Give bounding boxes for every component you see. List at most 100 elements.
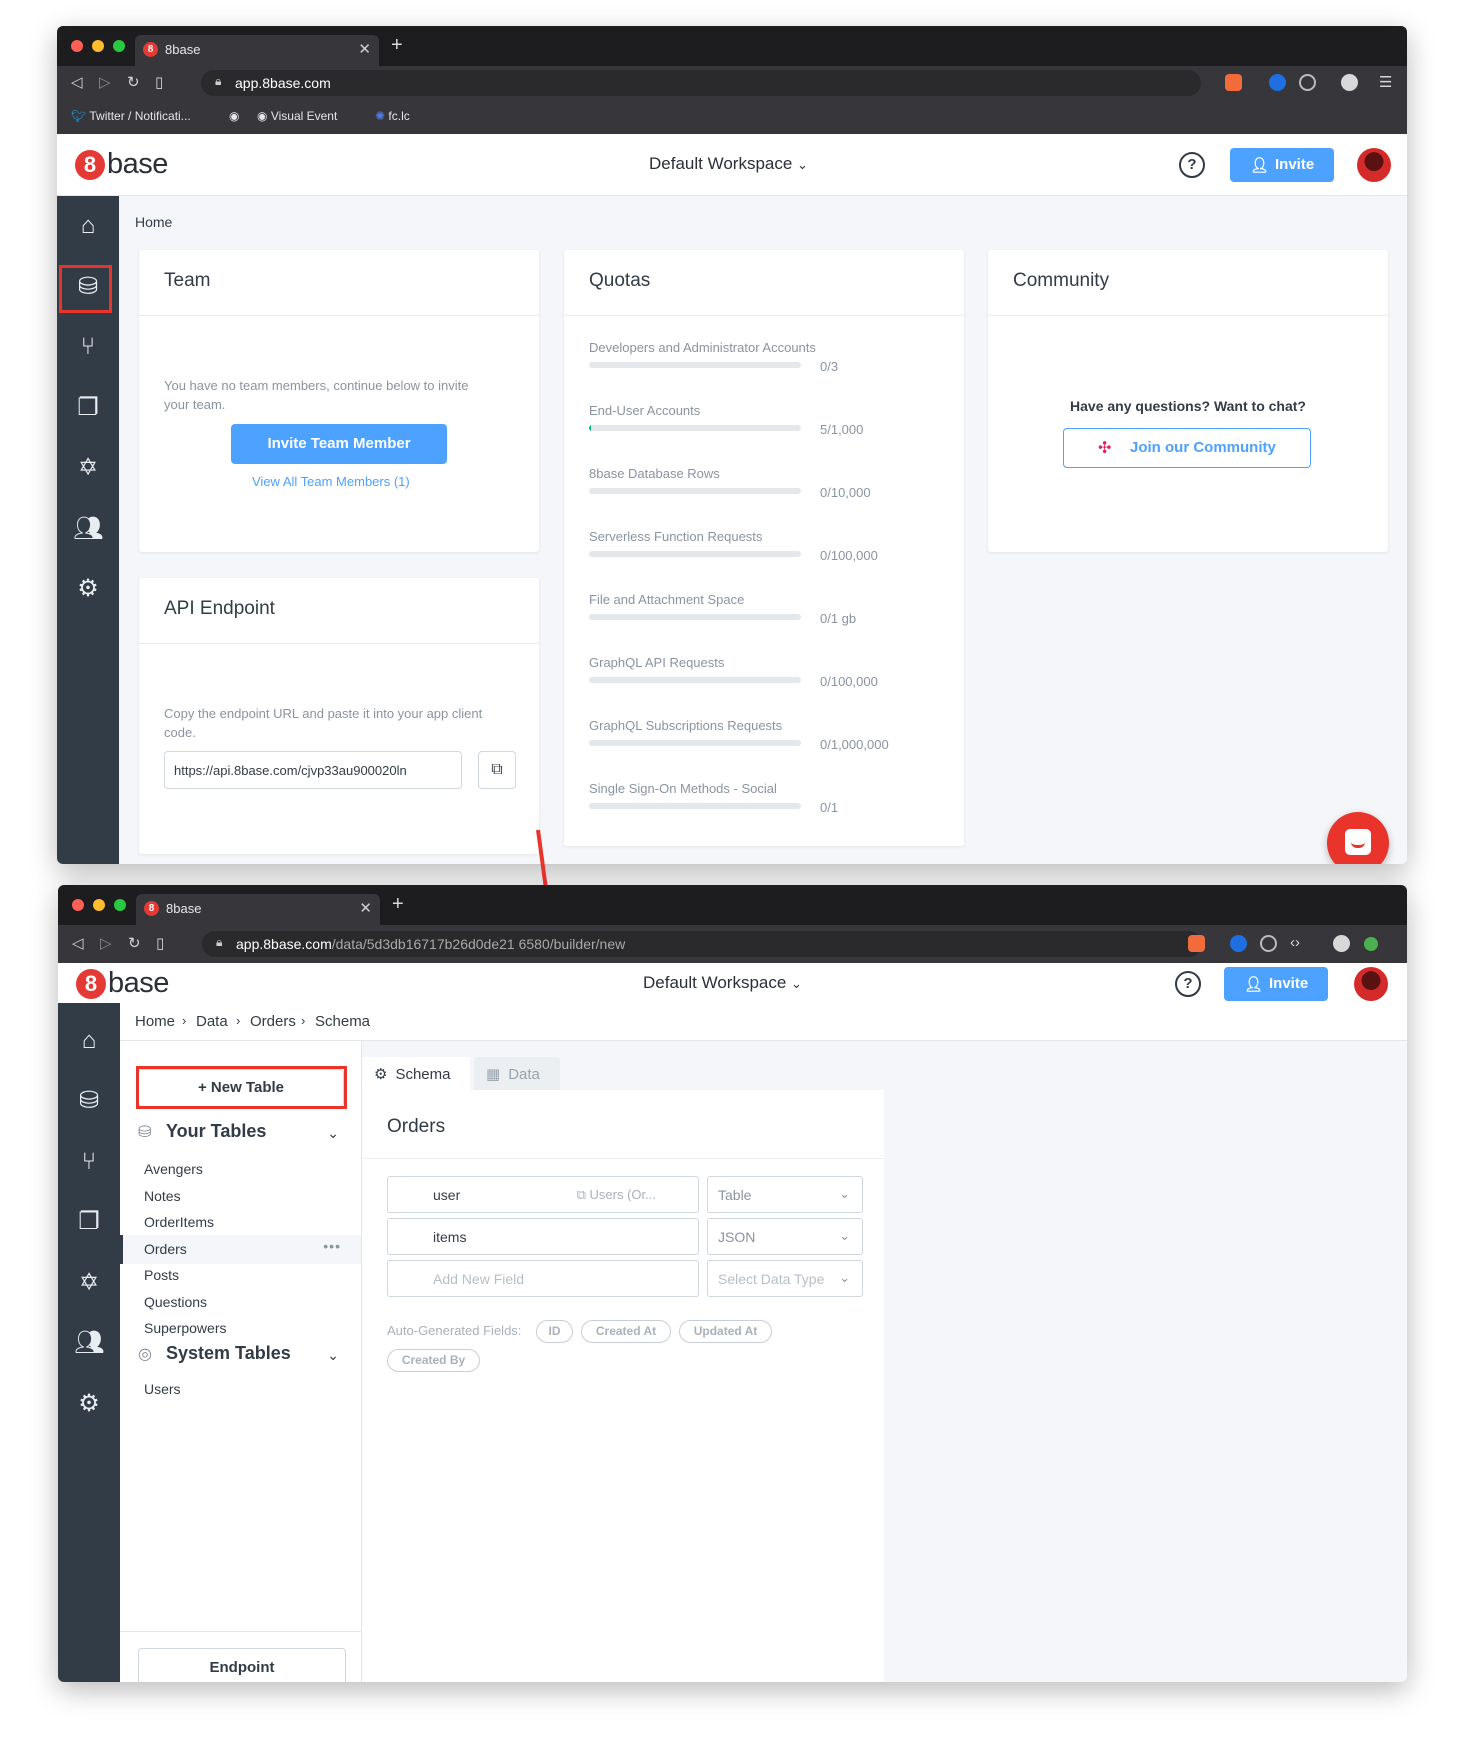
reload-icon[interactable]: ↻: [128, 934, 141, 952]
update-icon[interactable]: [1364, 937, 1378, 951]
menu-icon[interactable]: ☰: [1379, 73, 1392, 91]
address-bar[interactable]: 🔒︎ app.8base.com: [201, 70, 1201, 96]
database-icon[interactable]: ⛁: [74, 1086, 104, 1116]
graphql-icon[interactable]: ✡: [74, 1268, 104, 1298]
tab-schema[interactable]: ⚙ Schema: [362, 1057, 470, 1090]
bookmark-icon[interactable]: ▯: [156, 934, 164, 952]
breadcrumb-home[interactable]: Home: [135, 1013, 175, 1030]
schema-card: Orders user ⧉ Users (Or... Table ⌄ items…: [362, 1090, 884, 1682]
home-icon[interactable]: ⌂: [74, 1026, 104, 1056]
select-data-type[interactable]: Select Data Type ⌄: [707, 1260, 863, 1297]
settings-icon[interactable]: ⚙: [74, 1389, 104, 1419]
logo[interactable]: 8 base: [75, 148, 168, 181]
more-icon[interactable]: •••: [323, 1238, 341, 1254]
bookmark-fclc[interactable]: ✺ fc.lc: [375, 109, 410, 123]
breadcrumb[interactable]: Home: [135, 214, 172, 230]
field-type-select[interactable]: Table ⌄: [707, 1176, 863, 1213]
browser-tab[interactable]: 8 8base ✕: [136, 894, 380, 925]
breadcrumb-data[interactable]: Data: [196, 1013, 228, 1030]
avatar[interactable]: [1354, 967, 1388, 1001]
table-item-users[interactable]: Users: [120, 1375, 361, 1404]
profile-icon[interactable]: [1333, 935, 1350, 952]
table-item-posts[interactable]: Posts: [120, 1261, 361, 1290]
logo[interactable]: 8 base: [76, 967, 169, 1000]
extension-icon[interactable]: [1260, 935, 1277, 952]
back-icon[interactable]: ◁: [71, 73, 83, 91]
table-item-avengers[interactable]: Avengers: [120, 1155, 361, 1184]
join-community-button[interactable]: ✣ Join our Community: [1063, 428, 1311, 468]
maximize-window-button[interactable]: [113, 40, 125, 52]
team-icon[interactable]: 👥︎: [73, 514, 103, 544]
breadcrumb-orders[interactable]: Orders: [250, 1013, 296, 1030]
browser-tab[interactable]: 8 8base ✕: [135, 35, 379, 66]
invite-button[interactable]: 👤︎ Invite: [1230, 148, 1334, 182]
table-item-superpowers[interactable]: Superpowers: [120, 1314, 361, 1343]
field-name-input[interactable]: user ⧉ Users (Or...: [387, 1176, 699, 1213]
address-bar[interactable]: 🔒︎ app.8base.com/data/5d3db16717b26d0de2…: [202, 931, 1202, 957]
field-name-input[interactable]: items: [387, 1218, 699, 1255]
field-type-select[interactable]: JSON ⌄: [707, 1218, 863, 1255]
reload-icon[interactable]: ↻: [127, 73, 140, 91]
url-text: app.8base.com/data/5d3db16717b26d0de21 6…: [236, 936, 626, 952]
forward-icon[interactable]: ▷: [100, 934, 112, 952]
help-icon[interactable]: ?: [1179, 152, 1205, 178]
help-icon[interactable]: ?: [1175, 971, 1201, 997]
copy-icon[interactable]: ⧉: [478, 751, 516, 789]
maximize-window-button[interactable]: [114, 899, 126, 911]
your-tables-header[interactable]: ⛁ Your Tables: [138, 1121, 266, 1142]
brave-shield-icon[interactable]: [1188, 935, 1205, 952]
logic-icon[interactable]: ⑂: [74, 1147, 104, 1177]
bookmark-twitter[interactable]: 🐦︎ Twitter / Notificati...: [71, 109, 191, 123]
add-new-field-input[interactable]: Add New Field: [387, 1260, 699, 1297]
endpoint-url-field[interactable]: https://api.8base.com/cjvp33au900020ln: [164, 751, 462, 789]
invite-team-member-button[interactable]: Invite Team Member: [231, 424, 447, 464]
chevron-down-icon[interactable]: ⌄: [327, 1347, 339, 1364]
quota-label: End-User Accounts: [589, 403, 701, 418]
password-manager-icon[interactable]: [1269, 74, 1286, 91]
globe-icon[interactable]: ◉: [229, 109, 239, 123]
table-item-orders[interactable]: Orders •••: [120, 1234, 361, 1264]
endpoint-button[interactable]: Endpoint: [138, 1648, 346, 1682]
new-tab-icon[interactable]: +: [392, 893, 404, 916]
app-services-icon[interactable]: ❐: [73, 393, 103, 423]
home-icon[interactable]: ⌂: [73, 211, 103, 241]
close-window-button[interactable]: [71, 40, 83, 52]
avatar[interactable]: [1357, 148, 1391, 182]
logic-icon[interactable]: ⑂: [73, 332, 103, 362]
table-item-orderitems[interactable]: OrderItems: [120, 1208, 361, 1237]
chevron-down-icon: ⌄: [839, 1186, 850, 1201]
workspace-selector[interactable]: Default Workspace ⌄: [643, 973, 802, 993]
brave-shield-icon[interactable]: [1225, 74, 1242, 91]
new-tab-icon[interactable]: +: [391, 34, 403, 57]
table-title: Orders: [387, 1116, 446, 1137]
profile-icon[interactable]: [1341, 74, 1358, 91]
graphql-icon[interactable]: ✡: [73, 453, 103, 483]
close-tab-icon[interactable]: ✕: [358, 40, 371, 58]
bookmark-icon[interactable]: ▯: [155, 73, 163, 91]
bookmark-visual-event[interactable]: ◉ Visual Event: [257, 109, 337, 123]
close-window-button[interactable]: [72, 899, 84, 911]
team-icon[interactable]: 👥︎: [74, 1328, 104, 1358]
table-item-notes[interactable]: Notes: [120, 1182, 361, 1211]
close-tab-icon[interactable]: ✕: [359, 899, 372, 917]
minimize-window-button[interactable]: [93, 899, 105, 911]
extension-icon[interactable]: [1299, 74, 1316, 91]
back-icon[interactable]: ◁: [72, 934, 84, 952]
system-tables-header[interactable]: ◎ System Tables: [138, 1343, 291, 1364]
tab-data[interactable]: ▦ Data: [474, 1057, 560, 1090]
api-endpoint-message: Copy the endpoint URL and paste it into …: [164, 706, 483, 740]
forward-icon[interactable]: ▷: [99, 73, 111, 91]
password-manager-icon[interactable]: [1230, 935, 1247, 952]
workspace-selector[interactable]: Default Workspace ⌄: [649, 154, 808, 174]
code-icon[interactable]: ‹›: [1290, 934, 1300, 951]
app-services-icon[interactable]: ❐: [74, 1207, 104, 1237]
chevron-down-icon[interactable]: ⌄: [327, 1125, 339, 1142]
quota-label: GraphQL API Requests: [589, 655, 725, 670]
settings-icon[interactable]: ⚙: [73, 574, 103, 604]
invite-button[interactable]: 👤︎ Invite: [1224, 967, 1328, 1001]
chat-icon[interactable]: [1327, 812, 1389, 864]
view-all-team-members-link[interactable]: View All Team Members (1): [252, 474, 410, 489]
table-item-questions[interactable]: Questions: [120, 1288, 361, 1317]
minimize-window-button[interactable]: [92, 40, 104, 52]
dashboard-content: Home Team You have no team members, cont…: [119, 196, 1407, 864]
